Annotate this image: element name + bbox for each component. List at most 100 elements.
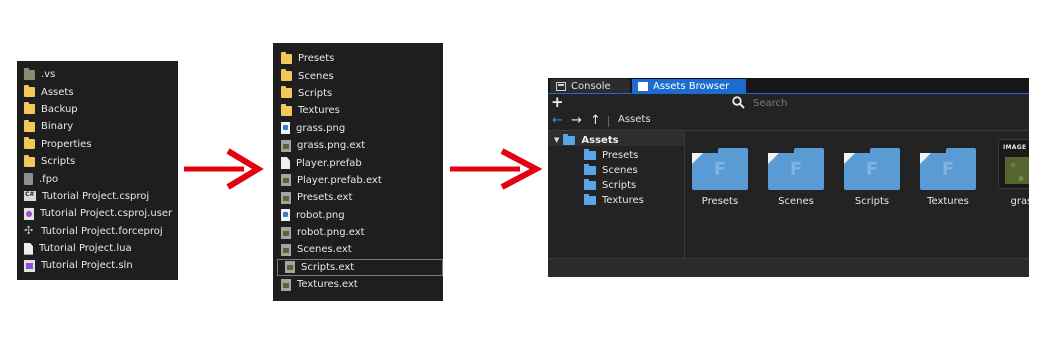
folder-icon	[24, 154, 35, 167]
asset-grid: F Presets F Scenes F Scripts F Textures	[685, 131, 1029, 258]
file-label: grass.png	[296, 122, 346, 134]
file-icon	[281, 157, 290, 170]
folder-icon: F	[768, 147, 824, 190]
file-label: Player.prefab	[296, 157, 362, 169]
file-icon	[24, 242, 33, 255]
tree-item-textures[interactable]: Textures	[584, 193, 644, 207]
status-bar	[548, 258, 1029, 277]
caret-down-icon[interactable]: ▼	[554, 136, 559, 144]
tab-bar: Console Assets Browser	[548, 78, 1029, 93]
file-icon	[281, 139, 291, 152]
file-item[interactable]: Tutorial Project.csproj.user	[17, 205, 178, 222]
file-item[interactable]: Textures	[273, 102, 443, 119]
file-label: Binary	[41, 121, 74, 133]
folder-tree: ▼ Assets Presets Scenes Scripts Textures	[548, 131, 684, 258]
tab-console[interactable]: Console	[550, 79, 630, 93]
tree-item-scenes[interactable]: Scenes	[584, 163, 638, 177]
folder-icon	[638, 81, 648, 91]
file-item[interactable]: Tutorial Project.sln	[17, 257, 178, 274]
file-label: Presets	[298, 53, 335, 65]
search-input[interactable]	[749, 96, 1027, 111]
add-button[interactable]: +	[551, 95, 564, 110]
file-item[interactable]: Tutorial Project.csproj	[17, 188, 178, 205]
file-label: Backup	[41, 103, 78, 115]
asset-label: Scripts	[854, 196, 890, 207]
file-icon	[281, 278, 291, 291]
folder-icon	[24, 102, 35, 115]
file-label: Tutorial Project.sln	[41, 260, 133, 272]
file-item[interactable]: .vs	[17, 66, 178, 83]
folder-icon	[281, 103, 292, 116]
file-icon	[281, 209, 290, 222]
editor-window: Console Assets Browser + ← → ↑ Assets ▼ …	[548, 78, 1029, 277]
file-label: Scripts.ext	[301, 261, 355, 273]
file-item[interactable]: Scripts.ext	[277, 258, 443, 277]
file-item[interactable]: robot.png.ext	[273, 224, 443, 241]
file-icon	[281, 174, 291, 187]
tab-assets-browser[interactable]: Assets Browser	[632, 79, 746, 93]
file-label: Scripts	[41, 156, 76, 168]
search-icon	[732, 96, 745, 109]
file-label: Presets.ext	[297, 192, 353, 204]
file-label: Textures	[298, 105, 340, 117]
folder-icon	[584, 193, 596, 205]
file-item[interactable]: Assets	[17, 83, 178, 100]
assets-toolbar: +	[548, 94, 1029, 113]
file-label: robot.png.ext	[297, 227, 365, 239]
file-label: grass.png.ext	[297, 140, 366, 152]
arrow-right-icon	[184, 148, 264, 190]
folder-icon	[584, 178, 596, 190]
forward-arrow-icon[interactable]: →	[571, 113, 582, 128]
file-item[interactable]: Tutorial Project.lua	[17, 240, 178, 257]
breadcrumb[interactable]: Assets	[618, 114, 651, 125]
file-icon	[24, 173, 33, 186]
file-label: Tutorial Project.csproj.user	[40, 208, 173, 220]
file-label: Textures.ext	[297, 279, 358, 291]
folder-icon: F	[692, 147, 748, 190]
file-item[interactable]: Scenes	[273, 67, 443, 84]
asset-label: grass	[1010, 196, 1029, 207]
file-item[interactable]: Presets.ext	[273, 189, 443, 206]
file-item[interactable]: .fpo	[17, 170, 178, 187]
file-item[interactable]: Properties	[17, 136, 178, 153]
tree-item-scripts[interactable]: Scripts	[584, 178, 636, 192]
folder-icon	[24, 119, 35, 132]
folder-icon	[584, 163, 596, 175]
file-item[interactable]: Scripts	[273, 85, 443, 102]
file-item[interactable]: grass.png.ext	[273, 137, 443, 154]
file-label: Scenes	[298, 70, 334, 82]
file-item[interactable]: Player.prefab	[273, 154, 443, 171]
assets-file-list: Presets Scenes Scripts Textures grass.png gra…	[273, 43, 443, 293]
file-label: Tutorial Project.csproj	[42, 190, 150, 202]
file-item[interactable]: Binary	[17, 118, 178, 135]
up-arrow-icon[interactable]: ↑	[590, 113, 601, 128]
file-item[interactable]: Scenes.ext	[273, 241, 443, 258]
back-arrow-icon[interactable]: ←	[552, 113, 563, 128]
folder-icon	[24, 85, 35, 98]
folder-icon: F	[844, 147, 900, 190]
tree-item-label: Textures	[602, 194, 644, 206]
file-item[interactable]: Scripts	[17, 153, 178, 170]
asset-label: Textures	[927, 196, 969, 207]
folder-icon	[24, 67, 35, 80]
folder-icon	[24, 137, 35, 150]
file-item[interactable]: robot.png	[273, 207, 443, 224]
file-item[interactable]: Presets	[273, 50, 443, 67]
file-item[interactable]: Backup	[17, 101, 178, 118]
file-item[interactable]: Tutorial Project.forceproj	[17, 223, 178, 240]
file-item[interactable]: Player.prefab.ext	[273, 172, 443, 189]
folder-icon: F	[920, 147, 976, 190]
navigation-bar: ← → ↑ Assets	[548, 113, 1029, 130]
file-icon	[24, 191, 36, 202]
file-icon	[281, 122, 290, 135]
tree-item-presets[interactable]: Presets	[584, 148, 638, 162]
file-label: Tutorial Project.lua	[39, 243, 132, 255]
tree-item-assets[interactable]: ▼ Assets	[554, 133, 619, 147]
console-icon	[556, 81, 566, 91]
file-label: Player.prefab.ext	[297, 174, 382, 186]
file-item[interactable]: Textures.ext	[273, 276, 443, 293]
file-label: Assets	[41, 86, 74, 98]
file-icon	[24, 224, 35, 237]
image-thumbnail: IMAGE	[998, 139, 1029, 189]
file-item[interactable]: grass.png	[273, 120, 443, 137]
